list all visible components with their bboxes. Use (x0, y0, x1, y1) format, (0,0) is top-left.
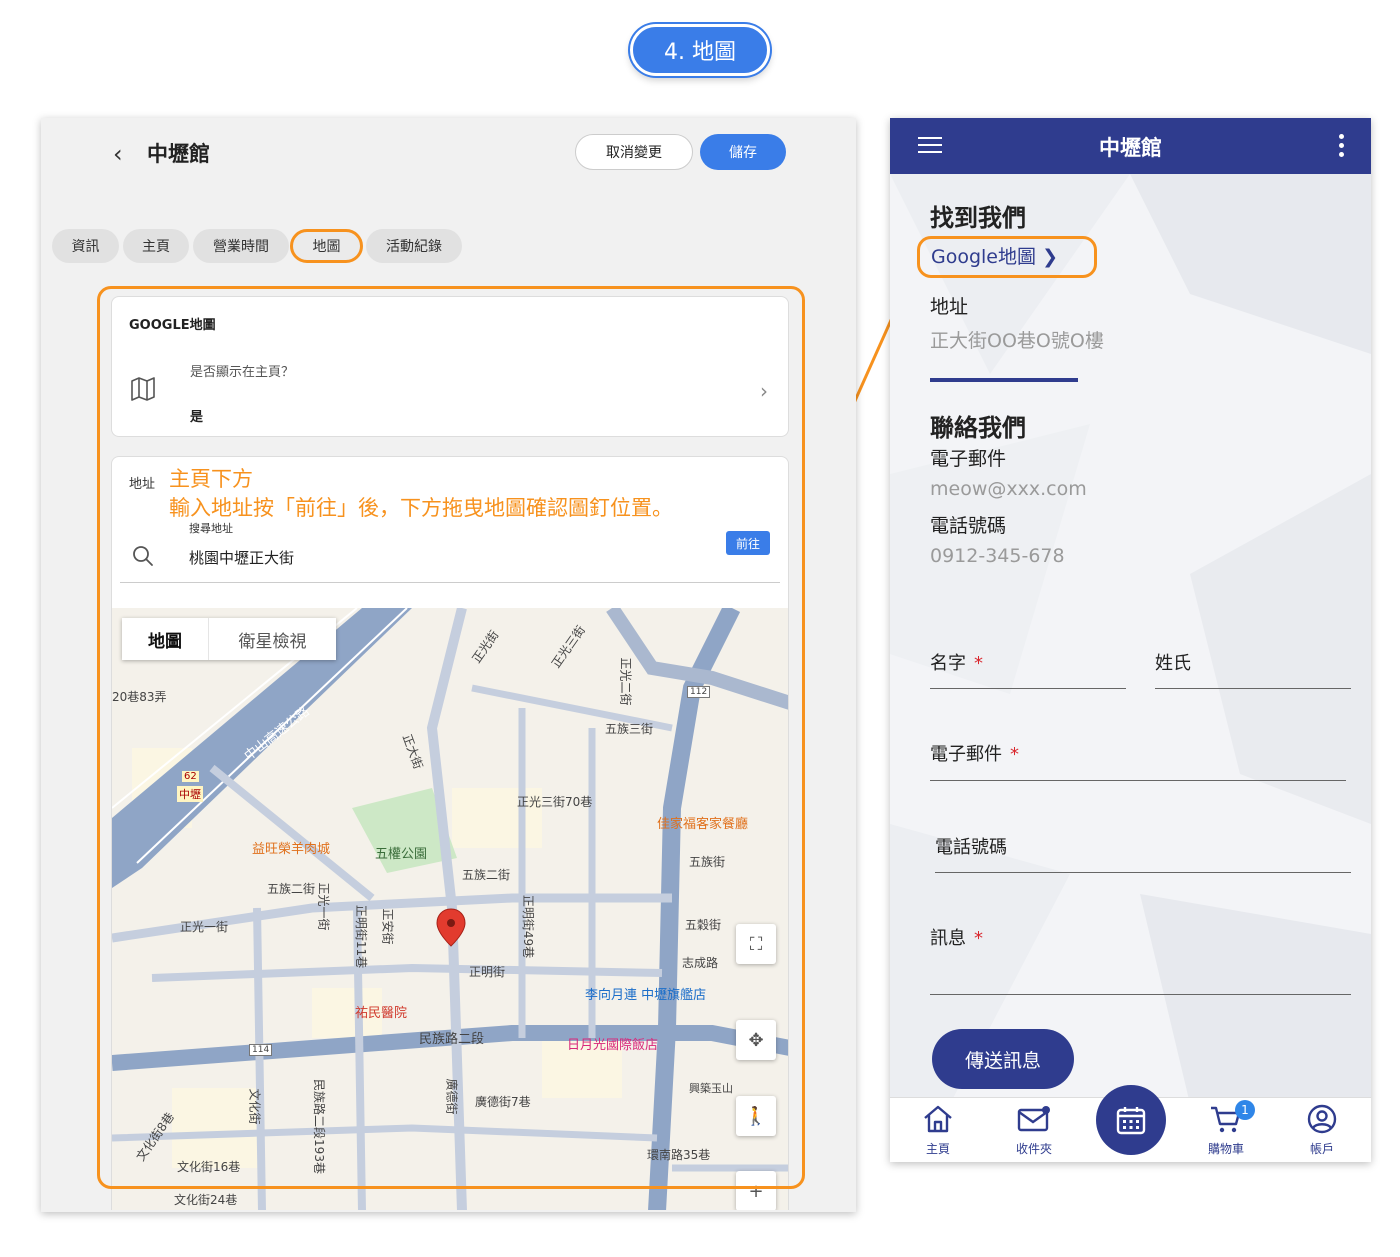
required-mark: * (974, 653, 983, 674)
map-label: 文化街24巷 (174, 1193, 238, 1207)
phone-field[interactable]: 電話號碼 (935, 833, 1007, 859)
step-indicator: 4. 地圖 (630, 24, 770, 76)
address-value: 正大街OO巷O號O樓 (930, 330, 1104, 352)
tab-info[interactable]: 資訊 (52, 229, 119, 263)
app-header: 中壢館 (890, 118, 1371, 174)
required-mark: * (1010, 744, 1019, 765)
app-title: 中壢館 (1099, 136, 1162, 160)
email-underline (930, 780, 1346, 781)
admin-panel: ‹ 中壢館 取消變更 儲存 資訊 主頁 營業時間 地圖 活動紀錄 GOOGLE地… (41, 118, 856, 1212)
more-vertical-icon[interactable] (1339, 134, 1345, 158)
required-mark: * (974, 928, 983, 949)
nav-inbox[interactable]: 收件夾 (999, 1104, 1069, 1157)
calendar-icon (1116, 1107, 1146, 1135)
first-name-field[interactable]: 名字 * (930, 649, 983, 675)
nav-home[interactable]: 主頁 (903, 1104, 973, 1157)
highlight-frame (97, 286, 805, 1189)
phone-underline (935, 872, 1351, 873)
address-label: 地址 (930, 296, 969, 318)
account-icon (1307, 1104, 1337, 1134)
nav-home-label: 主頁 (925, 1142, 950, 1156)
home-icon (924, 1105, 952, 1133)
last-name-label: 姓氏 (1155, 653, 1191, 674)
cart-count-badge: 1 (1235, 1100, 1255, 1120)
phone-value[interactable]: 0912-345-678 (930, 545, 1065, 567)
first-name-label: 名字 (930, 653, 966, 674)
nav-inbox-label: 收件夾 (1015, 1142, 1052, 1156)
message-underline (930, 994, 1351, 995)
phone-label: 電話號碼 (930, 515, 1007, 537)
mail-icon (1017, 1106, 1050, 1132)
cancel-changes-button[interactable]: 取消變更 (575, 134, 693, 170)
chevron-right-icon: ❯ (1042, 246, 1058, 268)
google-map-link[interactable]: Google地圖 ❯ (931, 242, 1058, 269)
tab-home[interactable]: 主頁 (123, 229, 189, 263)
email-field-label: 電子郵件 (930, 744, 1002, 765)
tab-activity-log[interactable]: 活動紀錄 (366, 229, 462, 263)
nav-cart[interactable]: 1 購物車 (1191, 1100, 1261, 1157)
nav-cart-label: 購物車 (1207, 1142, 1244, 1156)
message-field[interactable]: 訊息 * (930, 924, 983, 950)
last-name-underline (1155, 688, 1351, 689)
email-field[interactable]: 電子郵件 * (930, 740, 1019, 766)
tab-map[interactable]: 地圖 (290, 229, 363, 263)
nav-account-label: 帳戶 (1309, 1142, 1334, 1156)
page-title: 中壢館 (147, 142, 210, 166)
email-label: 電子郵件 (930, 448, 1007, 470)
save-button[interactable]: 儲存 (700, 134, 786, 170)
back-icon[interactable]: ‹ (113, 140, 123, 168)
tab-hours[interactable]: 營業時間 (193, 229, 289, 263)
calendar-button[interactable] (1096, 1085, 1166, 1155)
last-name-field[interactable]: 姓氏 (1155, 649, 1191, 675)
google-map-link-label: Google地圖 (931, 246, 1037, 268)
phone-field-label: 電話號碼 (935, 837, 1007, 858)
contact-us-heading: 聯絡我們 (930, 414, 1026, 442)
nav-account[interactable]: 帳戶 (1287, 1104, 1357, 1157)
find-us-heading: 找到我們 (930, 204, 1026, 232)
message-field-label: 訊息 (930, 928, 966, 949)
email-value[interactable]: meow@xxx.com (930, 478, 1087, 500)
phone-preview: 中壢館 找到我們 Google地圖 ❯ 地址 正大街OO巷O號O樓 聯絡我們 電… (890, 118, 1371, 1162)
section-divider (930, 378, 1078, 382)
send-message-button[interactable]: 傳送訊息 (932, 1029, 1074, 1089)
first-name-underline (930, 688, 1126, 689)
